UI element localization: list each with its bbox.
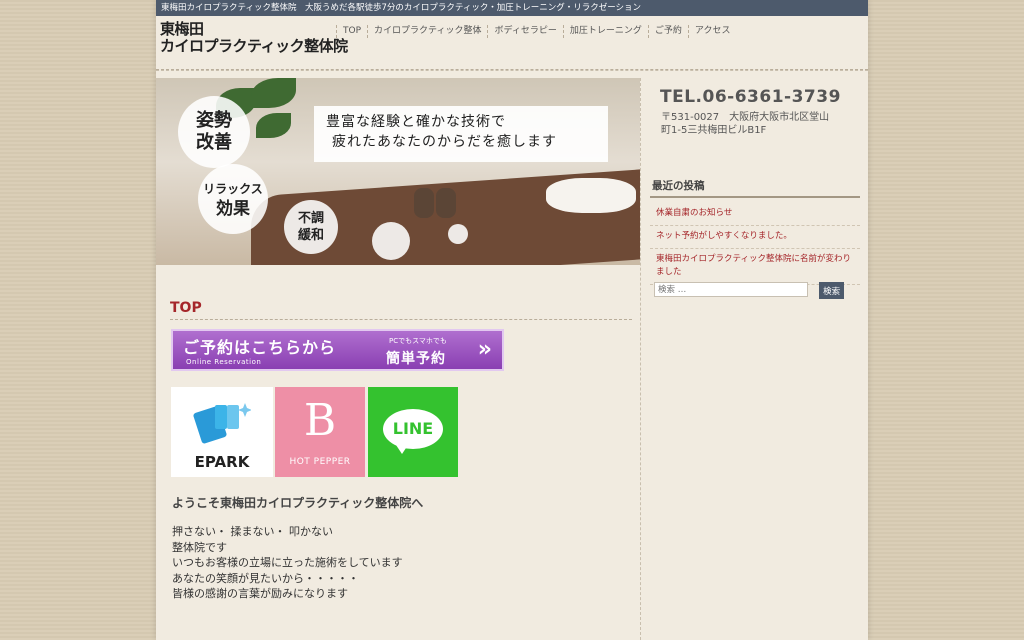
badge-text: 緩和	[297, 228, 324, 243]
epark-label: EPARK	[194, 453, 250, 471]
badge-text: 効果	[215, 199, 250, 219]
nav-reservation[interactable]: ご予約	[647, 25, 688, 38]
intro-line: 整体院です	[172, 540, 227, 554]
line-logo: LINE	[383, 409, 443, 449]
intro-line: いつもお客様の立場に立った施術をしています	[172, 556, 403, 569]
hero-image: 姿勢 改善 リラックス効果 不調緩和 豊富な経験と確かな技術で 疲れたあなたのから…	[156, 78, 640, 265]
bokeh-decoration	[448, 224, 468, 244]
recent-post-link[interactable]: ネット予約がしやすくなりました。	[650, 226, 860, 249]
intro-line: 皆様の感謝の言葉が励みになります	[172, 587, 348, 600]
address: 〒531-0027 大阪府大阪市北区堂山 町1-5三共梅田ビルB1F	[661, 111, 851, 137]
bokeh-decoration	[372, 222, 410, 260]
recent-post-link[interactable]: 東梅田カイロプラクティック整体院に名前が変わりました	[650, 249, 860, 285]
reservation-subtitle: Online Reservation	[186, 358, 262, 366]
nav-kaatsu-training[interactable]: 加圧トレーニング	[562, 25, 648, 38]
main-content: 姿勢 改善 リラックス効果 不調緩和 豊富な経験と確かな技術で 疲れたあなたのから…	[156, 78, 640, 640]
speech-bubble-tail	[396, 445, 408, 454]
intro-text: 押さない・ 揉まない・ 叩かない 整体院です いつもお客様の立場に立った施術をし…	[172, 524, 403, 602]
recent-post-link[interactable]: 休業自粛のお知らせ	[650, 203, 860, 226]
search-form: 検索	[654, 282, 845, 301]
reservation-note: PCでもスマホでも	[389, 337, 447, 345]
hotpepper-label: HOT PEPPER	[289, 457, 351, 467]
recent-posts-list: 休業自粛のお知らせ ネット予約がしやすくなりました。 東梅田カイロプラクティック…	[650, 203, 860, 285]
site-description: 東梅田カイロプラクティック整体院 大阪うめだ各駅徒歩7分のカイロプラクティック・…	[161, 3, 642, 13]
badge-text: 不調	[297, 211, 324, 226]
address-line-2: 町1-5三共梅田ビルB1F	[661, 125, 767, 136]
nav-top[interactable]: TOP	[336, 25, 367, 38]
chevron-right-icon: »	[477, 337, 492, 362]
nav-chiropractic[interactable]: カイロプラクティック整体	[367, 25, 487, 38]
badge-text: 姿勢	[196, 110, 232, 131]
address-line-1: 〒531-0027 大阪府大阪市北区堂山	[661, 112, 830, 123]
badge-relax: リラックス 効果	[198, 164, 268, 234]
tagline-line-2: 疲れたあなたのからだを癒します	[332, 134, 557, 150]
nav-body-therapy[interactable]: ボディセラピー	[487, 25, 562, 38]
line-banner[interactable]: LINE	[368, 387, 458, 477]
site-description-bar: 東梅田カイロプラクティック整体院 大阪うめだ各駅徒歩7分のカイロプラクティック・…	[156, 0, 868, 16]
page: 東梅田カイロプラクティック整体院 大阪うめだ各駅徒歩7分のカイロプラクティック・…	[156, 0, 868, 640]
badge-posture: 姿勢 改善	[178, 96, 250, 168]
plant-leaf-decoration	[251, 78, 296, 108]
search-input[interactable]	[654, 282, 808, 297]
search-button[interactable]: 検索	[819, 282, 845, 299]
intro-line: あなたの笑顔が見たいから・・・・・	[172, 571, 359, 585]
reservation-banner[interactable]: ご予約はこちらから Online Reservation PCでもスマホでも 簡…	[171, 329, 504, 371]
recent-posts-title: 最近の投稿	[650, 178, 860, 198]
plant-leaf-decoration	[256, 113, 291, 138]
badge-discomfort: 不調 緩和	[284, 200, 338, 254]
hotpepper-logo-letter: B	[303, 395, 337, 446]
badge-text: リラックス	[203, 182, 263, 196]
site-logo[interactable]: 東梅田 カイロプラクティック整体院	[160, 21, 348, 55]
header-divider	[156, 70, 868, 71]
header: 東梅田 カイロプラクティック整体院 TOP カイロプラクティック整体 ボディセラ…	[156, 16, 868, 70]
hero-tagline: 豊富な経験と確かな技術で 疲れたあなたのからだを癒します	[314, 106, 608, 162]
hotpepper-banner[interactable]: B HOT PEPPER	[275, 387, 365, 477]
phone-cards-icon	[193, 403, 251, 444]
intro-line: 押さない・ 揉まない・ 叩かない	[172, 525, 333, 538]
epark-banner[interactable]: EPARK	[171, 387, 273, 477]
page-title: TOP	[170, 300, 632, 320]
towel	[414, 188, 434, 218]
towel	[436, 188, 456, 218]
welcome-heading: ようこそ東梅田カイロプラクティック整体院へ	[172, 496, 424, 510]
column-divider	[640, 78, 641, 640]
reservation-easy: 簡単予約	[386, 351, 446, 367]
global-nav: TOP カイロプラクティック整体 ボディセラピー 加圧トレーニング ご予約 アク…	[336, 25, 736, 38]
tagline-line-1: 豊富な経験と確かな技術で	[326, 114, 506, 130]
logo-line-2: カイロプラクティック整体院	[160, 37, 348, 55]
nav-access[interactable]: アクセス	[687, 25, 737, 38]
logo-line-1: 東梅田	[160, 20, 204, 38]
badge-text: 改善	[196, 132, 232, 153]
phone-number[interactable]: TEL.06-6361-3739	[660, 87, 841, 107]
reservation-title: ご予約はこちらから	[183, 338, 337, 357]
pillow	[546, 178, 636, 213]
